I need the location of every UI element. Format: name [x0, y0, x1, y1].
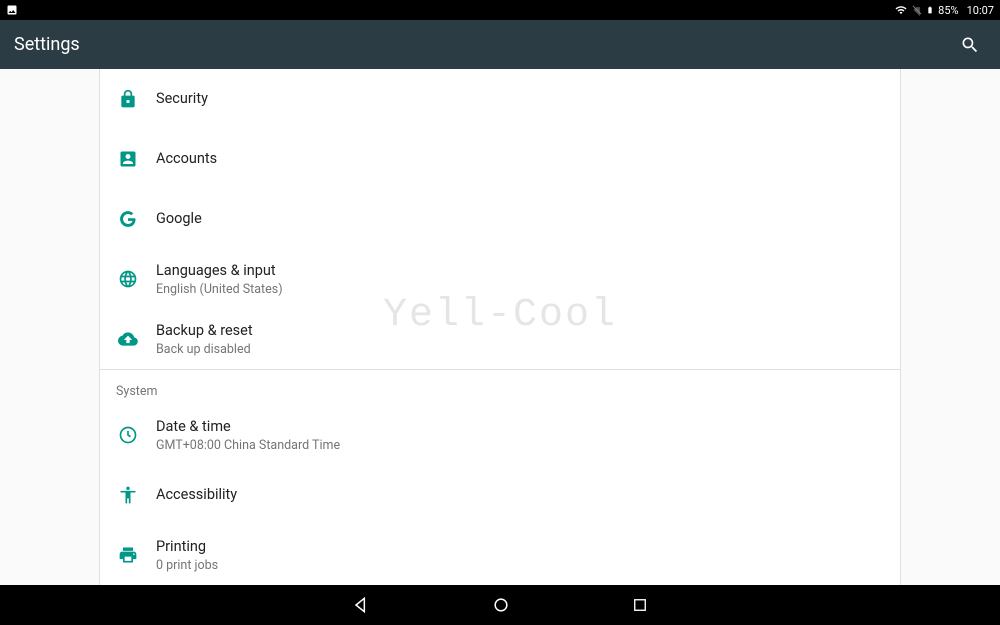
item-subtitle: English (United States) [156, 282, 884, 297]
wifi-icon [894, 4, 908, 16]
item-label: Printing [156, 537, 884, 557]
page-title: Settings [14, 34, 80, 55]
app-bar: Settings [0, 20, 1000, 69]
clock-icon [118, 425, 138, 445]
recents-icon [631, 596, 649, 614]
home-icon [491, 595, 511, 615]
search-icon [960, 35, 980, 55]
item-label: Languages & input [156, 261, 884, 281]
battery-icon [926, 4, 934, 16]
home-button[interactable] [491, 595, 511, 615]
settings-item-backup[interactable]: Backup & reset Back up disabled [100, 309, 900, 369]
globe-icon [118, 269, 138, 289]
accessibility-icon [118, 485, 138, 505]
google-icon [118, 209, 138, 229]
search-button[interactable] [954, 29, 986, 61]
recents-button[interactable] [631, 596, 649, 614]
item-label: Accounts [156, 149, 884, 169]
lock-icon [118, 89, 138, 109]
item-label: Google [156, 209, 884, 229]
back-icon [351, 595, 371, 615]
clock-text: 10:07 [967, 4, 994, 17]
item-subtitle: Back up disabled [156, 342, 884, 357]
item-label: Date & time [156, 417, 884, 437]
item-subtitle: GMT+08:00 China Standard Time [156, 438, 884, 453]
item-label: Accessibility [156, 485, 884, 505]
item-subtitle: 0 print jobs [156, 558, 884, 573]
settings-list[interactable]: Yell-Cool Security Accounts Google L [99, 69, 901, 585]
print-icon [118, 545, 138, 565]
settings-item-accessibility[interactable]: Accessibility [100, 465, 900, 525]
back-button[interactable] [351, 595, 371, 615]
settings-item-google[interactable]: Google [100, 189, 900, 249]
category-system: System [100, 369, 900, 405]
image-icon [6, 4, 18, 16]
battery-percentage: 85% [938, 4, 958, 17]
navigation-bar [0, 585, 1000, 625]
account-icon [118, 149, 138, 169]
content-area: Yell-Cool Security Accounts Google L [0, 69, 1000, 585]
settings-item-printing[interactable]: Printing 0 print jobs [100, 525, 900, 585]
settings-item-security[interactable]: Security [100, 69, 900, 129]
settings-item-languages[interactable]: Languages & input English (United States… [100, 249, 900, 309]
settings-item-datetime[interactable]: Date & time GMT+08:00 China Standard Tim… [100, 405, 900, 465]
item-label: Backup & reset [156, 321, 884, 341]
no-sim-icon [912, 4, 922, 16]
item-label: Security [156, 89, 884, 109]
settings-item-accounts[interactable]: Accounts [100, 129, 900, 189]
cloud-upload-icon [118, 329, 138, 349]
status-bar: 85% 10:07 [0, 0, 1000, 20]
